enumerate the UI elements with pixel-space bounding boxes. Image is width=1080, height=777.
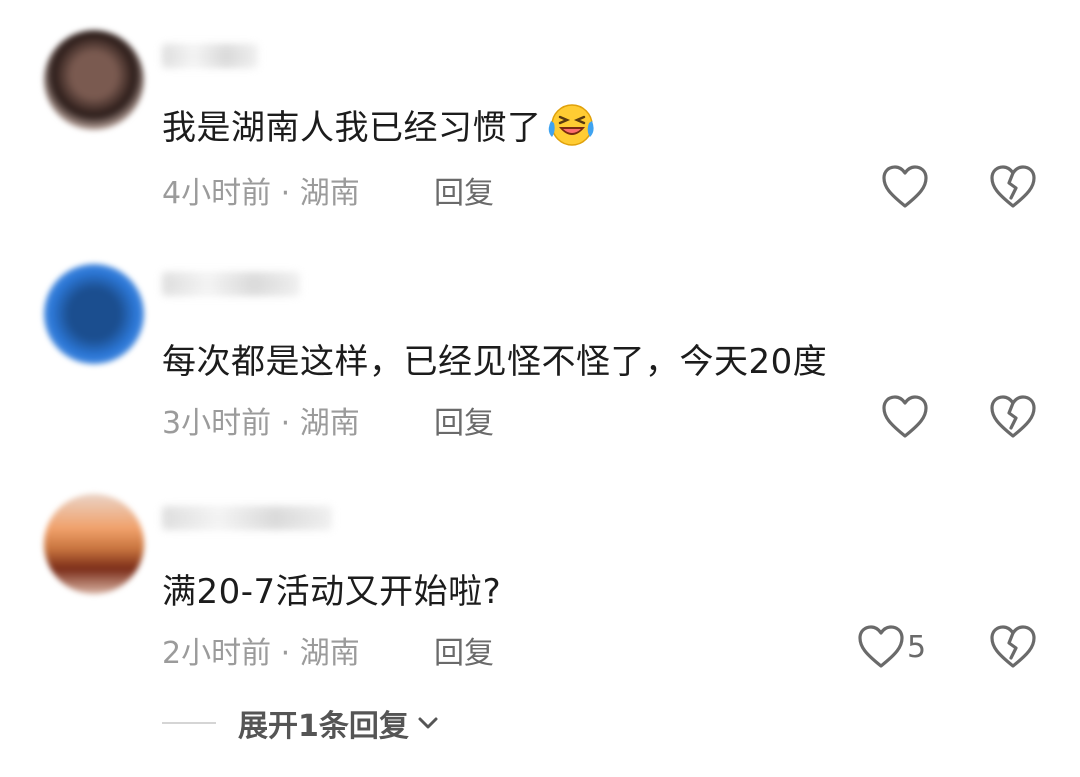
heart-outline-icon: [856, 624, 906, 670]
heart-outline-icon: [880, 394, 930, 440]
comment-meta: 3小时前 · 湖南: [162, 406, 360, 441]
like-button[interactable]: [880, 394, 930, 440]
like-button[interactable]: [856, 624, 906, 670]
chevron-down-icon: [417, 715, 439, 731]
comment-item: 满20-7活动又开始啦? 2小时前 · 湖南 回复 5: [0, 460, 1080, 680]
comment-text: 我是湖南人我已经习惯了: [162, 100, 596, 149]
comment-meta: 2小时前 · 湖南: [162, 636, 360, 671]
comment-text: 满20-7活动又开始啦?: [162, 572, 502, 612]
broken-heart-icon: [988, 394, 1038, 440]
broken-heart-icon: [988, 624, 1038, 670]
divider-line: [162, 722, 216, 724]
dislike-button[interactable]: [988, 624, 1038, 670]
username-blurred[interactable]: [162, 506, 332, 530]
laughing-crying-face-icon: [546, 101, 596, 147]
reply-button[interactable]: 回复: [434, 398, 494, 442]
avatar[interactable]: [44, 30, 144, 130]
expand-replies-label: 展开1条回复: [238, 709, 409, 744]
comment-meta: 4小时前 · 湖南: [162, 176, 360, 211]
dislike-button[interactable]: [988, 164, 1038, 210]
username-blurred[interactable]: [162, 44, 258, 68]
comment-item: 每次都是这样，已经见怪不怪了，今天20度 3小时前 · 湖南 回复: [0, 230, 1080, 450]
avatar[interactable]: [44, 494, 144, 594]
comment-item: 我是湖南人我已经习惯了 4小时前 · 湖南 回复: [0, 0, 1080, 220]
reply-button[interactable]: 回复: [434, 168, 494, 212]
like-button[interactable]: [880, 164, 930, 210]
dislike-button[interactable]: [988, 394, 1038, 440]
comment-text: 每次都是这样，已经见怪不怪了，今天20度: [162, 342, 828, 382]
broken-heart-icon: [988, 164, 1038, 210]
username-blurred[interactable]: [162, 272, 300, 296]
expand-replies-button[interactable]: 展开1条回复: [162, 703, 439, 744]
like-count: 5: [907, 630, 927, 665]
heart-outline-icon: [880, 164, 930, 210]
avatar[interactable]: [44, 264, 144, 364]
reply-button[interactable]: 回复: [434, 628, 494, 672]
comment-text-content: 我是湖南人我已经习惯了: [162, 108, 542, 148]
